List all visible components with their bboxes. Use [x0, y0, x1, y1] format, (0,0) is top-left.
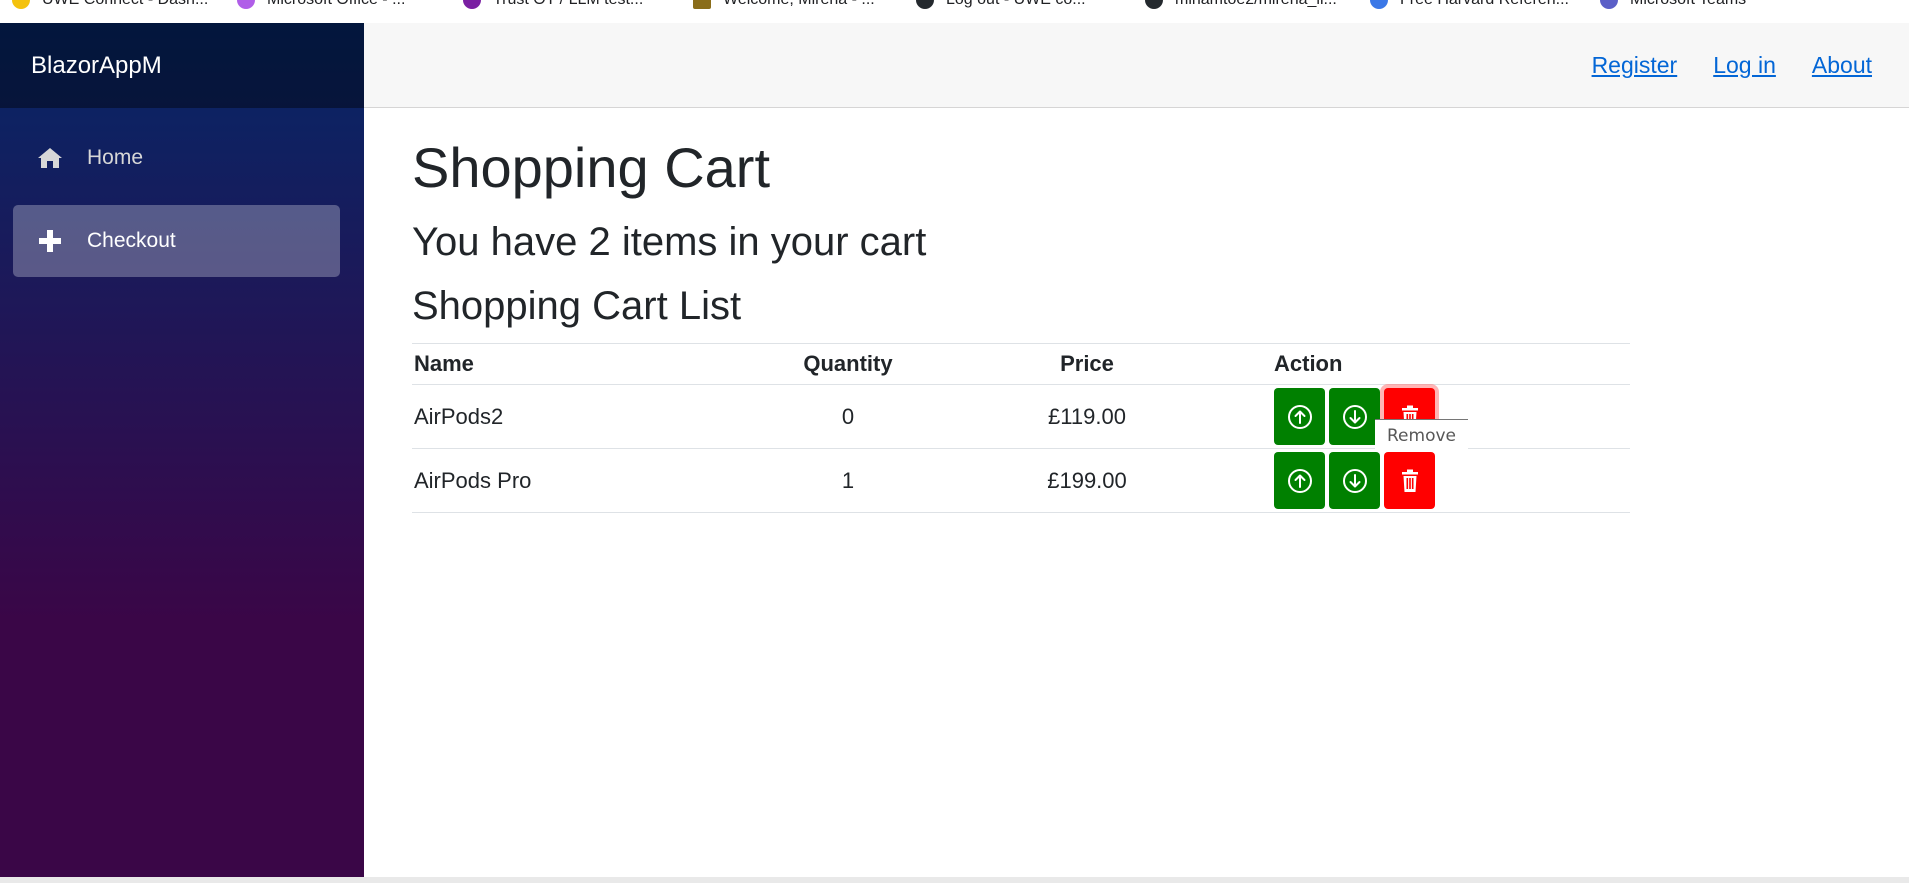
nav-menu: Home Checkout	[0, 108, 364, 277]
github-icon	[916, 0, 934, 9]
bookmarks-bar: UWE Connect - Dash... Microsoft Office -…	[0, 0, 1909, 23]
trash-icon	[1401, 469, 1418, 492]
page-title: Shopping Cart	[412, 136, 771, 199]
cart-summary: You have 2 items in your cart	[412, 220, 927, 264]
bookmark-item[interactable]: miriamtoe2/mirena_li...	[1145, 0, 1337, 10]
bookmark-favicon-icon	[237, 0, 255, 9]
bookmark-item[interactable]: Log out - UWE co...	[916, 0, 1086, 10]
table-header-row: Name Quantity Price Action	[412, 343, 1630, 385]
item-name: AirPods Pro	[412, 448, 796, 513]
star-icon	[1370, 0, 1388, 9]
bookmark-item[interactable]: UWE Connect - Dash...	[12, 0, 208, 10]
item-actions	[1274, 448, 1630, 513]
sidebar: BlazorAppM Home Checkout	[0, 23, 364, 877]
register-link[interactable]: Register	[1592, 52, 1678, 79]
item-quantity: 1	[796, 448, 900, 513]
bookmark-item[interactable]: Free Harvard Referen...	[1370, 0, 1569, 10]
increase-quantity-button[interactable]	[1274, 388, 1325, 445]
bookmark-item[interactable]: Trust OT / LLM test...	[463, 0, 643, 10]
home-icon	[37, 145, 63, 171]
bookmark-item[interactable]: Microsoft Office - ...	[237, 0, 405, 10]
plus-icon	[37, 228, 63, 254]
decrease-quantity-button[interactable]	[1329, 452, 1380, 509]
column-header-action: Action	[1274, 343, 1630, 385]
item-quantity: 0	[796, 384, 900, 449]
brand-link[interactable]: BlazorAppM	[31, 52, 162, 80]
arrow-down-circle-icon	[1342, 404, 1367, 429]
remove-tooltip: Remove	[1375, 419, 1468, 452]
increase-quantity-button[interactable]	[1274, 452, 1325, 509]
login-link[interactable]: Log in	[1713, 52, 1776, 79]
nav-item-label: Checkout	[87, 229, 176, 252]
remove-item-button[interactable]	[1384, 452, 1435, 509]
about-link[interactable]: About	[1812, 52, 1872, 79]
item-name: AirPods2	[412, 384, 796, 449]
table-row: AirPods Pro 1 £199.00	[412, 448, 1630, 513]
bookmark-favicon-icon	[693, 0, 711, 9]
nav-item-home[interactable]: Home	[13, 122, 340, 194]
arrow-up-circle-icon	[1287, 468, 1312, 493]
item-price: £119.00	[900, 384, 1274, 449]
column-header-name: Name	[412, 343, 796, 385]
nav-item-label: Home	[87, 146, 144, 169]
item-price: £199.00	[900, 448, 1274, 513]
list-heading: Shopping Cart List	[412, 284, 742, 328]
nav-item-checkout[interactable]: Checkout	[13, 205, 340, 277]
bookmark-item[interactable]: Microsoft Teams	[1600, 0, 1746, 10]
arrow-down-circle-icon	[1342, 468, 1367, 493]
bookmark-item[interactable]: Welcome, Mirena - ...	[693, 0, 875, 10]
decrease-quantity-button[interactable]	[1329, 388, 1380, 445]
github-icon	[1145, 0, 1163, 9]
window-bottom-edge	[0, 877, 364, 883]
column-header-quantity: Quantity	[796, 343, 900, 385]
column-header-price: Price	[900, 343, 1274, 385]
bookmark-favicon-icon	[12, 0, 30, 9]
window-bottom-edge	[364, 877, 1909, 883]
top-row: Register Log in About	[364, 23, 1909, 108]
bookmark-favicon-icon	[463, 0, 481, 9]
arrow-up-circle-icon	[1287, 404, 1312, 429]
teams-icon	[1600, 0, 1618, 9]
brand-bar: BlazorAppM	[0, 23, 364, 108]
